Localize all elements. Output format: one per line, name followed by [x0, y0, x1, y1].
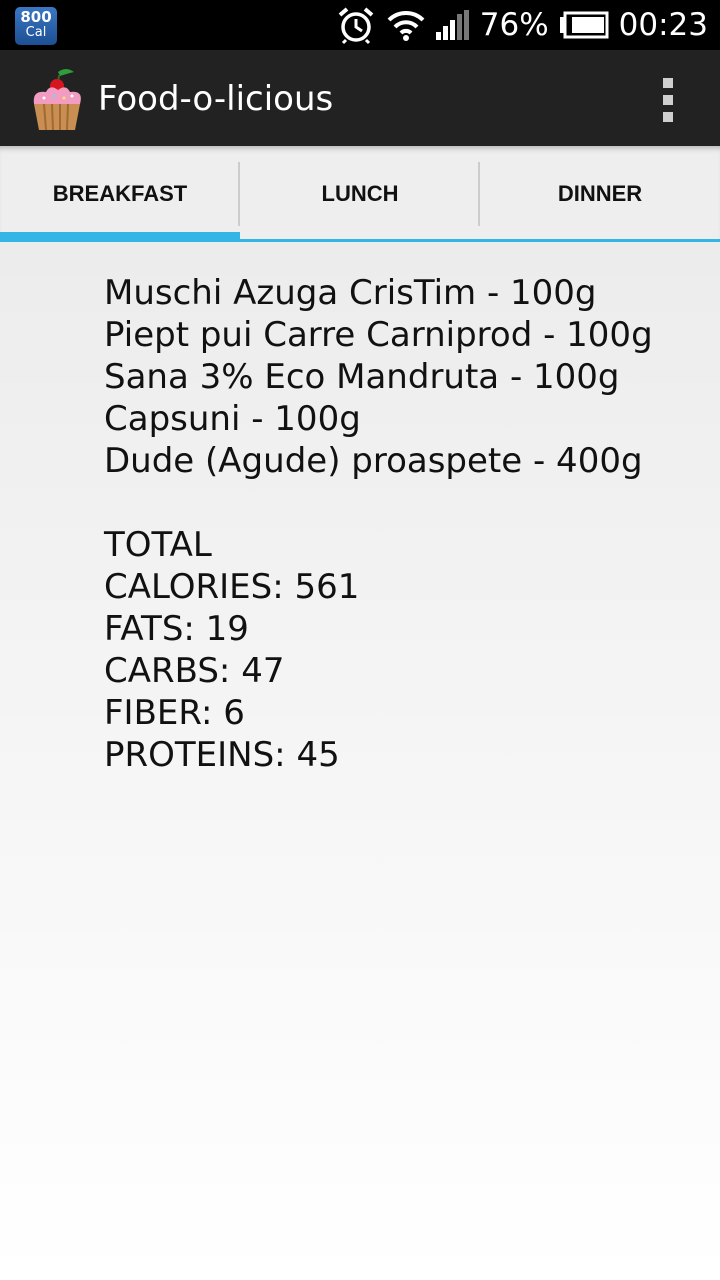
meal-content: Muschi Azuga CrisTim - 100g Piept pui Ca… — [0, 242, 720, 1280]
food-item-list: Muschi Azuga CrisTim - 100g Piept pui Ca… — [104, 272, 653, 482]
food-item: Sana 3% Eco Mandruta - 100g — [104, 357, 620, 397]
tab-selected-indicator — [0, 232, 240, 242]
total-fats: FATS: 19 — [104, 609, 249, 649]
total-proteins: PROTEINS: 45 — [104, 735, 340, 775]
battery-percentage: 76% — [479, 7, 549, 43]
tab-breakfast[interactable]: BREAKFAST — [0, 146, 240, 242]
status-indicators: 76% 00:23 — [336, 0, 708, 50]
food-item: Capsuni - 100g — [104, 399, 361, 439]
food-item: Muschi Azuga CrisTim - 100g — [104, 273, 597, 313]
nutrition-totals: TOTAL CALORIES: 561 FATS: 19 CARBS: 47 F… — [104, 524, 359, 776]
tab-lunch[interactable]: LUNCH — [240, 146, 480, 242]
clock-time: 00:23 — [618, 7, 708, 43]
tab-dinner-label: DINNER — [557, 181, 643, 206]
wifi-icon — [387, 10, 425, 41]
total-fiber: FIBER: 6 — [104, 693, 245, 733]
total-carbs: CARBS: 47 — [104, 651, 285, 691]
overflow-menu-icon[interactable] — [656, 78, 680, 122]
calorie-badge-unit: Cal — [25, 25, 47, 40]
calorie-badge-icon: 800 Cal — [15, 7, 57, 45]
status-bar: 800 Cal 76% 00:23 — [0, 0, 720, 50]
total-calories: CALORIES: 561 — [104, 567, 360, 607]
total-heading: TOTAL — [104, 525, 212, 565]
food-item: Piept pui Carre Carniprod - 100g — [104, 315, 653, 355]
cupcake-app-icon — [33, 69, 81, 131]
meal-tab-bar: BREAKFAST LUNCH DINNER — [0, 146, 720, 242]
action-bar: Food-o-licious — [0, 50, 720, 146]
food-item: Dude (Agude) proaspete - 400g — [104, 441, 643, 481]
battery-icon — [559, 11, 609, 39]
tab-lunch-label: LUNCH — [321, 181, 399, 206]
cell-signal-icon — [435, 10, 469, 40]
tab-dinner[interactable]: DINNER — [480, 146, 720, 242]
app-title: Food-o-licious — [98, 79, 334, 119]
calorie-badge-number: 800 — [20, 8, 52, 26]
alarm-clock-icon — [338, 7, 374, 45]
tab-breakfast-label: BREAKFAST — [52, 181, 188, 206]
